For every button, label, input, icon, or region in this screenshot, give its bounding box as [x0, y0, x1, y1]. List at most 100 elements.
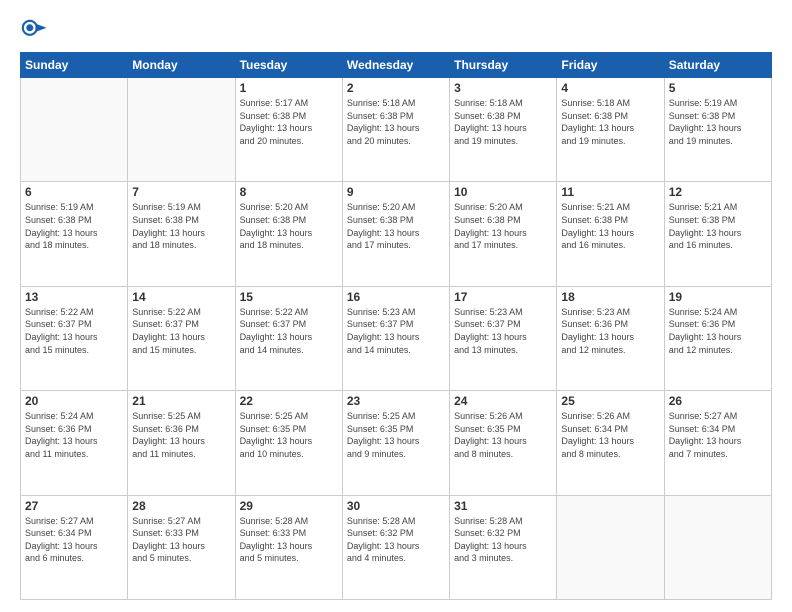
calendar-cell: 23 Sunrise: 5:25 AM Sunset: 6:35 PM Dayli… — [342, 391, 449, 495]
day-number: 29 — [240, 499, 338, 513]
weekday-header-monday: Monday — [128, 53, 235, 78]
day-info: Sunrise: 5:24 AM Sunset: 6:36 PM Dayligh… — [669, 306, 767, 356]
calendar-week-2: 13 Sunrise: 5:22 AM Sunset: 6:37 PM Dayli… — [21, 286, 772, 390]
day-number: 25 — [561, 394, 659, 408]
calendar-cell: 21 Sunrise: 5:25 AM Sunset: 6:36 PM Dayli… — [128, 391, 235, 495]
day-number: 22 — [240, 394, 338, 408]
calendar-cell: 3Sunrise: 5:18 AM Sunset: 6:38 PM Daylig… — [450, 78, 557, 182]
day-info: Sunrise: 5:25 AM Sunset: 6:35 PM Dayligh… — [240, 410, 338, 460]
day-info: Sunrise: 5:22 AM Sunset: 6:37 PM Dayligh… — [240, 306, 338, 356]
calendar-cell: 24 Sunrise: 5:26 AM Sunset: 6:35 PM Dayli… — [450, 391, 557, 495]
calendar-cell: 28Sunrise: 5:27 AM Sunset: 6:33 PM Dayli… — [128, 495, 235, 599]
calendar-cell: 14 Sunrise: 5:22 AM Sunset: 6:37 PM Dayli… — [128, 286, 235, 390]
day-number: 31 — [454, 499, 552, 513]
day-number: 4 — [561, 81, 659, 95]
header — [20, 18, 772, 46]
day-number: 24 — [454, 394, 552, 408]
calendar-cell: 11Sunrise: 5:21 AM Sunset: 6:38 PM Dayli… — [557, 182, 664, 286]
day-info: Sunrise: 5:17 AM Sunset: 6:38 PM Dayligh… — [240, 97, 338, 147]
day-info: Sunrise: 5:19 AM Sunset: 6:38 PM Dayligh… — [25, 201, 123, 251]
day-info: Sunrise: 5:25 AM Sunset: 6:35 PM Dayligh… — [347, 410, 445, 460]
calendar-cell: 18 Sunrise: 5:23 AM Sunset: 6:36 PM Dayli… — [557, 286, 664, 390]
logo-icon — [20, 18, 48, 46]
day-number: 23 — [347, 394, 445, 408]
calendar-table: SundayMondayTuesdayWednesdayThursdayFrid… — [20, 52, 772, 600]
logo — [20, 18, 52, 46]
calendar-cell: 25 Sunrise: 5:26 AM Sunset: 6:34 PM Dayli… — [557, 391, 664, 495]
day-info: Sunrise: 5:27 AM Sunset: 6:33 PM Dayligh… — [132, 515, 230, 565]
day-number: 9 — [347, 185, 445, 199]
day-info: Sunrise: 5:20 AM Sunset: 6:38 PM Dayligh… — [454, 201, 552, 251]
calendar-cell: 6 Sunrise: 5:19 AM Sunset: 6:38 PM Daylig… — [21, 182, 128, 286]
calendar-week-1: 6 Sunrise: 5:19 AM Sunset: 6:38 PM Daylig… — [21, 182, 772, 286]
day-info: Sunrise: 5:25 AM Sunset: 6:36 PM Dayligh… — [132, 410, 230, 460]
calendar-cell: 13 Sunrise: 5:22 AM Sunset: 6:37 PM Dayli… — [21, 286, 128, 390]
day-number: 10 — [454, 185, 552, 199]
calendar-cell: 19 Sunrise: 5:24 AM Sunset: 6:36 PM Dayli… — [664, 286, 771, 390]
day-info: Sunrise: 5:23 AM Sunset: 6:37 PM Dayligh… — [347, 306, 445, 356]
day-info: Sunrise: 5:18 AM Sunset: 6:38 PM Dayligh… — [561, 97, 659, 147]
day-number: 14 — [132, 290, 230, 304]
day-number: 13 — [25, 290, 123, 304]
weekday-header-tuesday: Tuesday — [235, 53, 342, 78]
day-number: 18 — [561, 290, 659, 304]
weekday-header-row: SundayMondayTuesdayWednesdayThursdayFrid… — [21, 53, 772, 78]
calendar-cell: 16Sunrise: 5:23 AM Sunset: 6:37 PM Dayli… — [342, 286, 449, 390]
day-info: Sunrise: 5:28 AM Sunset: 6:32 PM Dayligh… — [454, 515, 552, 565]
calendar-cell: 9 Sunrise: 5:20 AM Sunset: 6:38 PM Daylig… — [342, 182, 449, 286]
calendar-cell: 8 Sunrise: 5:20 AM Sunset: 6:38 PM Daylig… — [235, 182, 342, 286]
calendar-cell: 17 Sunrise: 5:23 AM Sunset: 6:37 PM Dayli… — [450, 286, 557, 390]
day-info: Sunrise: 5:22 AM Sunset: 6:37 PM Dayligh… — [25, 306, 123, 356]
day-info: Sunrise: 5:26 AM Sunset: 6:35 PM Dayligh… — [454, 410, 552, 460]
weekday-header-saturday: Saturday — [664, 53, 771, 78]
day-info: Sunrise: 5:20 AM Sunset: 6:38 PM Dayligh… — [347, 201, 445, 251]
calendar-cell: 26Sunrise: 5:27 AM Sunset: 6:34 PM Dayli… — [664, 391, 771, 495]
calendar-cell: 22 Sunrise: 5:25 AM Sunset: 6:35 PM Dayli… — [235, 391, 342, 495]
calendar-cell — [128, 78, 235, 182]
calendar-cell: 20 Sunrise: 5:24 AM Sunset: 6:36 PM Dayli… — [21, 391, 128, 495]
calendar-cell: 4 Sunrise: 5:18 AM Sunset: 6:38 PM Daylig… — [557, 78, 664, 182]
weekday-header-wednesday: Wednesday — [342, 53, 449, 78]
weekday-header-thursday: Thursday — [450, 53, 557, 78]
day-number: 19 — [669, 290, 767, 304]
day-info: Sunrise: 5:21 AM Sunset: 6:38 PM Dayligh… — [561, 201, 659, 251]
day-number: 21 — [132, 394, 230, 408]
day-info: Sunrise: 5:23 AM Sunset: 6:36 PM Dayligh… — [561, 306, 659, 356]
day-info: Sunrise: 5:19 AM Sunset: 6:38 PM Dayligh… — [669, 97, 767, 147]
calendar-cell: 31 Sunrise: 5:28 AM Sunset: 6:32 PM Dayli… — [450, 495, 557, 599]
calendar-cell — [664, 495, 771, 599]
calendar-cell — [557, 495, 664, 599]
calendar-cell: 2Sunrise: 5:18 AM Sunset: 6:38 PM Daylig… — [342, 78, 449, 182]
day-info: Sunrise: 5:23 AM Sunset: 6:37 PM Dayligh… — [454, 306, 552, 356]
day-number: 6 — [25, 185, 123, 199]
calendar-cell: 10 Sunrise: 5:20 AM Sunset: 6:38 PM Dayli… — [450, 182, 557, 286]
page: SundayMondayTuesdayWednesdayThursdayFrid… — [0, 0, 792, 612]
day-number: 26 — [669, 394, 767, 408]
day-number: 12 — [669, 185, 767, 199]
day-info: Sunrise: 5:22 AM Sunset: 6:37 PM Dayligh… — [132, 306, 230, 356]
calendar-cell — [21, 78, 128, 182]
day-info: Sunrise: 5:27 AM Sunset: 6:34 PM Dayligh… — [25, 515, 123, 565]
calendar-cell: 27 Sunrise: 5:27 AM Sunset: 6:34 PM Dayli… — [21, 495, 128, 599]
day-info: Sunrise: 5:28 AM Sunset: 6:33 PM Dayligh… — [240, 515, 338, 565]
day-number: 2 — [347, 81, 445, 95]
calendar-cell: 5 Sunrise: 5:19 AM Sunset: 6:38 PM Daylig… — [664, 78, 771, 182]
calendar-cell: 29 Sunrise: 5:28 AM Sunset: 6:33 PM Dayli… — [235, 495, 342, 599]
day-number: 3 — [454, 81, 552, 95]
day-info: Sunrise: 5:21 AM Sunset: 6:38 PM Dayligh… — [669, 201, 767, 251]
day-info: Sunrise: 5:20 AM Sunset: 6:38 PM Dayligh… — [240, 201, 338, 251]
day-number: 8 — [240, 185, 338, 199]
day-number: 1 — [240, 81, 338, 95]
calendar-cell: 7Sunrise: 5:19 AM Sunset: 6:38 PM Daylig… — [128, 182, 235, 286]
day-info: Sunrise: 5:26 AM Sunset: 6:34 PM Dayligh… — [561, 410, 659, 460]
day-number: 30 — [347, 499, 445, 513]
calendar-cell: 12 Sunrise: 5:21 AM Sunset: 6:38 PM Dayli… — [664, 182, 771, 286]
day-number: 5 — [669, 81, 767, 95]
day-number: 17 — [454, 290, 552, 304]
weekday-header-friday: Friday — [557, 53, 664, 78]
day-number: 20 — [25, 394, 123, 408]
day-info: Sunrise: 5:24 AM Sunset: 6:36 PM Dayligh… — [25, 410, 123, 460]
weekday-header-sunday: Sunday — [21, 53, 128, 78]
day-number: 27 — [25, 499, 123, 513]
calendar-week-3: 20 Sunrise: 5:24 AM Sunset: 6:36 PM Dayli… — [21, 391, 772, 495]
